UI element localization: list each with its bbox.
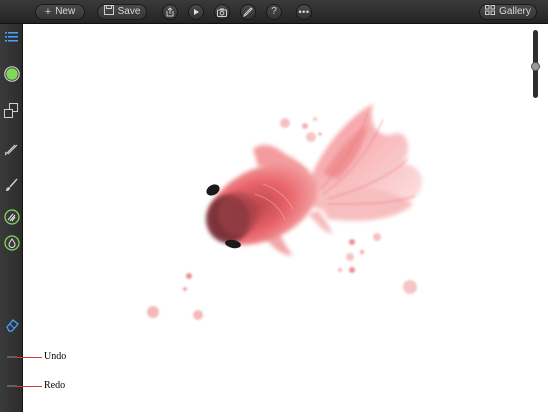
color-swatch-icon (3, 65, 20, 82)
undo-annotation-label: Undo (44, 351, 67, 362)
camera-icon (217, 8, 227, 17)
brushes-icon (4, 144, 18, 156)
plus-icon: + (44, 6, 52, 18)
gallery-button-label: Gallery (499, 6, 531, 17)
grid-icon (485, 5, 496, 19)
save-button[interactable]: Save (97, 4, 147, 20)
undo-annotation-line (14, 357, 42, 358)
share-icon (166, 7, 174, 17)
smudge-icon (3, 208, 20, 225)
opacity-tool-button[interactable] (3, 234, 20, 251)
brush-tool-button[interactable] (3, 177, 20, 194)
save-button-label: Save (117, 6, 141, 17)
redo-annotation-label: Redo (44, 380, 66, 391)
help-button[interactable]: ? (266, 4, 282, 20)
paintbrush-icon (6, 178, 18, 191)
layers-menu-button[interactable] (3, 28, 20, 45)
save-icon (103, 5, 114, 19)
redo-annotation-line (14, 386, 42, 387)
tool-sidebar (0, 24, 23, 412)
camera-button[interactable] (214, 4, 230, 20)
question-icon: ? (271, 6, 277, 17)
ellipsis-icon: ••• (298, 6, 310, 17)
new-button-label: New (55, 6, 76, 17)
color-picker-button[interactable] (3, 65, 20, 82)
eraser-icon (5, 318, 19, 332)
share-button[interactable] (162, 4, 178, 20)
list-icon (4, 31, 18, 41)
pen-icon (243, 7, 253, 17)
layers-button[interactable] (3, 102, 20, 119)
drawing-canvas[interactable] (23, 24, 548, 412)
play-icon (194, 9, 199, 15)
layers-icon (4, 103, 18, 118)
brush-library-button[interactable] (3, 140, 20, 157)
more-button[interactable]: ••• (296, 4, 312, 20)
eraser-tool-button[interactable] (3, 316, 20, 333)
smudge-tool-button[interactable] (3, 208, 20, 225)
opacity-icon (3, 234, 20, 251)
new-button[interactable]: + New (35, 4, 85, 20)
goldfish-painting (147, 104, 423, 320)
gallery-button[interactable]: Gallery (479, 4, 537, 20)
brush-settings-button[interactable] (240, 4, 256, 20)
top-toolbar: + New Save ? ••• Gallery (0, 0, 548, 24)
play-button[interactable] (188, 4, 204, 20)
